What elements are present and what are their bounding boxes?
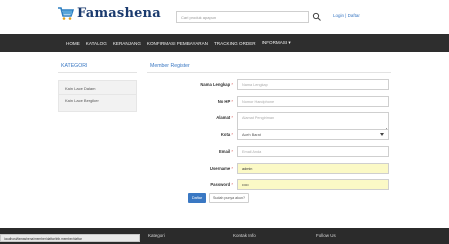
form-row-nama: Nama Lengkap * Nama Lengkap bbox=[147, 79, 391, 91]
kota-select[interactable]: Aceh Barat bbox=[237, 129, 389, 140]
required-marker: * bbox=[231, 82, 233, 87]
label-nama-text: Nama Lengkap bbox=[200, 82, 231, 87]
shopping-cart-icon bbox=[58, 7, 74, 20]
nohp-input[interactable]: Nomor Handphone bbox=[237, 96, 389, 107]
label-kota: Kota * bbox=[221, 132, 233, 137]
form-row-email: Email * Email Anda bbox=[147, 146, 391, 158]
label-nohp: No HP * bbox=[218, 99, 233, 104]
site-logo[interactable]: Famashena bbox=[58, 6, 161, 21]
password-input[interactable]: ••••• bbox=[237, 179, 389, 190]
required-marker: * bbox=[231, 166, 233, 171]
nav-informasi[interactable]: INFORMASI ▾ bbox=[262, 40, 291, 46]
nav-keranjang[interactable]: KERANJANG bbox=[113, 41, 141, 46]
sidebar-item-lace-dalam[interactable]: Kain Lace Dalam bbox=[59, 83, 136, 95]
form-row-username: Username * admin bbox=[147, 163, 391, 175]
footer-follow-us: Follow Us bbox=[316, 233, 336, 238]
label-nama: Nama Lengkap * bbox=[200, 82, 233, 87]
page-title: Member Register bbox=[147, 60, 391, 73]
main-nav: HOME KATALOG KERANJANG KONFIRMASI PEMBAY… bbox=[0, 34, 449, 52]
label-alamat-text: Alamat bbox=[216, 115, 231, 120]
login-register-link[interactable]: Login | Daftar bbox=[333, 13, 360, 18]
label-password: Password * bbox=[210, 182, 233, 187]
form-row-kota: Kota * Aceh Barat bbox=[147, 129, 391, 141]
dropdown-arrow-icon bbox=[380, 133, 384, 136]
kota-selected-value: Aceh Barat bbox=[242, 133, 261, 137]
register-form: Member Register Nama Lengkap * Nama Leng… bbox=[147, 60, 391, 190]
sidebar-item-lace-bergiker[interactable]: Kain Lace Bergiker bbox=[59, 95, 136, 106]
chevron-down-icon: ▾ bbox=[288, 40, 291, 45]
label-email: Email * bbox=[219, 149, 233, 154]
form-row-nohp: No HP * Nomor Handphone bbox=[147, 96, 391, 108]
nav-katalog[interactable]: KATALOG bbox=[86, 41, 107, 46]
sidebar-title: KATEGORI bbox=[58, 60, 137, 73]
nav-tracking[interactable]: TRACKING ORDER bbox=[214, 41, 256, 46]
required-marker: * bbox=[231, 115, 233, 120]
label-password-text: Password bbox=[210, 182, 231, 187]
footer-kategori: Kategori bbox=[148, 233, 165, 238]
username-input[interactable]: admin bbox=[237, 163, 389, 174]
label-kota-text: Kota bbox=[220, 132, 231, 137]
nav-informasi-label: INFORMASI bbox=[261, 40, 288, 45]
nav-home[interactable]: HOME bbox=[66, 41, 80, 46]
alamat-placeholder: Alamat Pengiriman bbox=[242, 116, 275, 120]
site-header: Famashena Cari produk apapun Login | Daf… bbox=[0, 0, 449, 34]
required-marker: * bbox=[231, 149, 233, 154]
required-marker: * bbox=[231, 182, 233, 187]
label-nohp-text: No HP bbox=[217, 99, 231, 104]
category-list: Kain Lace Dalam Kain Lace Bergiker bbox=[58, 80, 137, 112]
label-username: Username * bbox=[210, 166, 233, 171]
category-sidebar: KATEGORI Kain Lace Dalam Kain Lace Bergi… bbox=[58, 60, 137, 112]
search-input[interactable]: Cari produk apapun bbox=[176, 11, 309, 23]
already-have-account-button[interactable]: Sudah punya akun? bbox=[209, 193, 249, 203]
required-marker: * bbox=[231, 99, 233, 104]
nav-konfirmasi[interactable]: KONFIRMASI PEMBAYARAN bbox=[147, 41, 208, 46]
daftar-button[interactable]: Daftar bbox=[188, 193, 206, 203]
email-input[interactable]: Email Anda bbox=[237, 146, 389, 157]
label-username-text: Username bbox=[209, 166, 231, 171]
label-alamat: Alamat * bbox=[216, 115, 233, 120]
form-row-password: Password * ••••• bbox=[147, 179, 391, 191]
label-email-text: Email bbox=[219, 149, 231, 154]
search-icon[interactable] bbox=[312, 12, 322, 22]
browser-status-bar: localhost/famashena/member/daftar/trib.m… bbox=[0, 234, 140, 242]
brand-name: Famashena bbox=[77, 6, 161, 21]
required-marker: * bbox=[231, 132, 233, 137]
footer-kontak-info: Kontak Info bbox=[233, 233, 256, 238]
nama-lengkap-input[interactable]: Nama Lengkap bbox=[237, 79, 389, 90]
